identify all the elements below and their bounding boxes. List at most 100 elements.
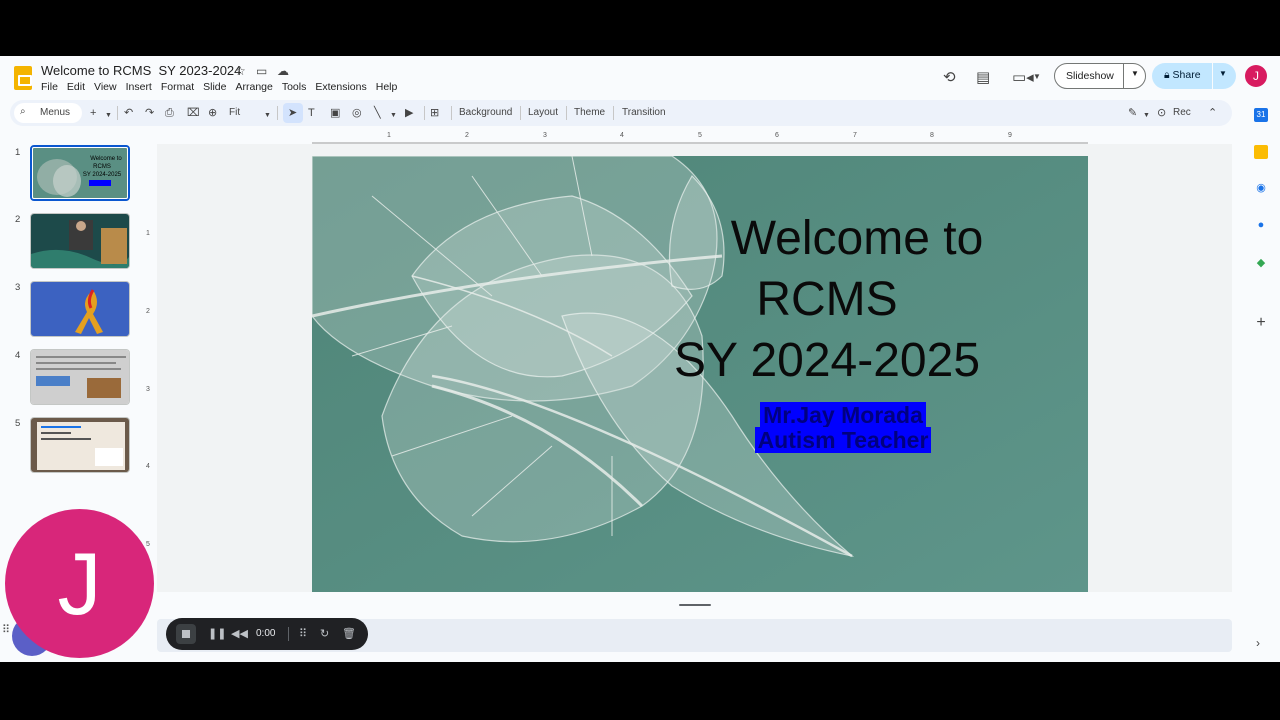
comments-icon[interactable]: ▤ xyxy=(976,68,990,86)
transition-button[interactable]: Transition xyxy=(622,107,666,118)
camera-bubble-avatar[interactable]: J xyxy=(5,509,154,658)
redo-icon[interactable]: ↷ xyxy=(145,106,154,120)
chevron-down-icon[interactable]: ▼ xyxy=(1131,69,1139,78)
undo-icon[interactable]: ↶ xyxy=(124,106,133,120)
theme-button[interactable]: Theme xyxy=(574,107,605,118)
image-icon[interactable]: ▣ xyxy=(330,106,340,120)
current-slide[interactable]: Welcome to RCMS SY 2024-2025 Mr.Jay Mora… xyxy=(312,156,1088,592)
shape-icon[interactable]: ◎ xyxy=(352,106,362,120)
stop-recording-button[interactable] xyxy=(176,624,196,644)
menu-help[interactable]: Help xyxy=(376,81,403,93)
chevron-down-icon[interactable]: ▼ xyxy=(1033,72,1041,81)
comment-add-icon[interactable]: ⊞ xyxy=(430,106,439,120)
zoom-select[interactable]: Fit xyxy=(229,107,240,118)
subtitle-line: Autism Teacher xyxy=(754,427,932,453)
tasks-icon[interactable]: ◉ xyxy=(1254,181,1268,195)
ruler-ticks xyxy=(312,142,1088,144)
background-button[interactable]: Background xyxy=(459,107,512,118)
svg-text:Welcome to: Welcome to xyxy=(90,156,122,162)
drag-handle-icon[interactable]: ⠿ xyxy=(299,627,307,641)
slide-number: 4 xyxy=(15,350,21,361)
layout-button[interactable]: Layout xyxy=(528,107,558,118)
menu-tools[interactable]: Tools xyxy=(282,81,312,93)
delete-icon[interactable]: 🗑︎ xyxy=(342,627,356,641)
select-cursor-icon[interactable]: ➤ xyxy=(288,106,297,120)
chevron-down-icon[interactable]: ▼ xyxy=(1143,109,1150,123)
menus-search-label: Menus xyxy=(40,107,71,118)
menu-edit[interactable]: Edit xyxy=(67,81,90,93)
line-icon[interactable]: ╲ xyxy=(374,106,381,120)
chevron-down-icon[interactable]: ▼ xyxy=(264,109,271,123)
menu-view[interactable]: View xyxy=(94,81,122,93)
menu-arrange[interactable]: Arrange xyxy=(235,81,277,93)
contacts-icon[interactable]: ● xyxy=(1254,218,1268,232)
chevron-down-icon[interactable]: ▼ xyxy=(105,109,112,123)
keep-icon[interactable] xyxy=(1254,145,1268,159)
rewind-icon[interactable]: ◀◀ xyxy=(231,627,248,641)
document-title[interactable]: Welcome to RCMS SY 2023-2024 xyxy=(41,63,241,78)
slide-thumbnail-image: Welcome to RCMS SY 2024-2025 xyxy=(32,147,128,199)
slideshow-label: Slideshow xyxy=(1066,70,1114,82)
chevron-right-icon[interactable]: › xyxy=(1256,636,1260,650)
ruler-number: 5 xyxy=(698,132,702,139)
calendar-icon[interactable]: 31 xyxy=(1254,108,1268,122)
slideshow-button[interactable]: Slideshow ▼ xyxy=(1054,63,1146,89)
drag-grip-icon[interactable]: ⠿ xyxy=(2,623,10,636)
slide-thumbnail-2[interactable] xyxy=(30,213,130,269)
ruler-number: 2 xyxy=(146,308,150,315)
recording-controls: ❚❚ ◀◀ 0:00 ⠿ ↻ 🗑︎ xyxy=(166,618,368,650)
zoom-icon[interactable]: ⊕ xyxy=(208,106,217,120)
slide-title-line: Welcome to xyxy=(730,212,984,265)
menu-extensions[interactable]: Extensions xyxy=(315,81,371,93)
new-slide-icon[interactable]: + xyxy=(90,106,96,120)
meet-camera-icon[interactable]: ▭◂ xyxy=(1012,68,1034,86)
chevron-down-icon[interactable]: ▼ xyxy=(390,109,397,123)
menu-slide[interactable]: Slide xyxy=(203,81,231,93)
account-avatar[interactable]: J xyxy=(1245,65,1267,87)
horizontal-ruler[interactable]: 1 2 3 4 5 6 7 8 9 xyxy=(157,132,1232,144)
share-button[interactable]: 🔒︎ Share ▼ xyxy=(1152,63,1236,89)
move-folder-icon[interactable]: ▭ xyxy=(256,64,267,78)
svg-text:SY 2024-2025: SY 2024-2025 xyxy=(83,172,122,178)
divider xyxy=(520,106,521,120)
get-addons-icon[interactable]: + xyxy=(1254,315,1268,331)
slide-subtitle[interactable]: Mr.Jay Morada Autism Teacher xyxy=(748,402,938,453)
version-history-icon[interactable]: ⟲ xyxy=(943,68,956,86)
slide-thumbnail-3[interactable] xyxy=(30,281,130,337)
record-icon[interactable]: ⊙ xyxy=(1157,106,1166,120)
video-icon[interactable]: ▶ xyxy=(405,106,413,120)
star-icon[interactable]: ☆ xyxy=(235,64,246,78)
speaker-notes-resize-handle[interactable] xyxy=(679,604,711,606)
paint-format-icon[interactable]: ⌧ xyxy=(187,106,200,120)
menus-search[interactable]: ⌕ Menus xyxy=(14,103,82,123)
slide-title-line: RCMS xyxy=(756,273,898,326)
slide-title[interactable]: Welcome to RCMS SY 2024-2025 xyxy=(674,208,1037,391)
slides-logo-icon[interactable] xyxy=(14,66,32,90)
ruler-number: 1 xyxy=(387,132,391,139)
restart-icon[interactable]: ↻ xyxy=(320,627,329,641)
ruler-number: 4 xyxy=(146,463,150,470)
chevron-down-icon[interactable]: ▼ xyxy=(1219,69,1227,78)
rec-button[interactable]: Rec xyxy=(1173,107,1191,118)
text-box-icon[interactable]: T xyxy=(308,106,315,120)
pause-icon[interactable]: ❚❚ xyxy=(208,627,226,641)
pen-tool-icon[interactable]: ✎ xyxy=(1128,106,1137,120)
slide-number: 5 xyxy=(15,418,21,429)
divider xyxy=(566,106,567,120)
vertical-ruler[interactable]: 1 2 3 4 5 xyxy=(142,146,152,586)
slide-thumbnail-4[interactable] xyxy=(30,349,130,405)
slide-thumbnail-1[interactable]: Welcome to RCMS SY 2024-2025 xyxy=(30,145,130,201)
toolbar: ⌕ Menus + ▼ ↶ ↷ ⎙ ⌧ ⊕ Fit ▼ ➤ T ▣ ◎ ╲ ▼ … xyxy=(10,100,1232,126)
lock-icon: 🔒︎ xyxy=(1164,69,1170,81)
slide-thumbnail-image xyxy=(31,350,129,404)
slide-thumbnail-5[interactable] xyxy=(30,417,130,473)
collapse-toolbar-icon[interactable]: ⌃ xyxy=(1208,106,1217,120)
divider xyxy=(1212,63,1213,89)
ruler-number: 3 xyxy=(543,132,547,139)
menu-file[interactable]: File xyxy=(41,81,63,93)
ruler-number: 8 xyxy=(930,132,934,139)
maps-icon[interactable]: ◆ xyxy=(1254,256,1268,270)
menu-insert[interactable]: Insert xyxy=(126,81,157,93)
print-icon[interactable]: ⎙ xyxy=(165,106,174,120)
menu-format[interactable]: Format xyxy=(161,81,199,93)
